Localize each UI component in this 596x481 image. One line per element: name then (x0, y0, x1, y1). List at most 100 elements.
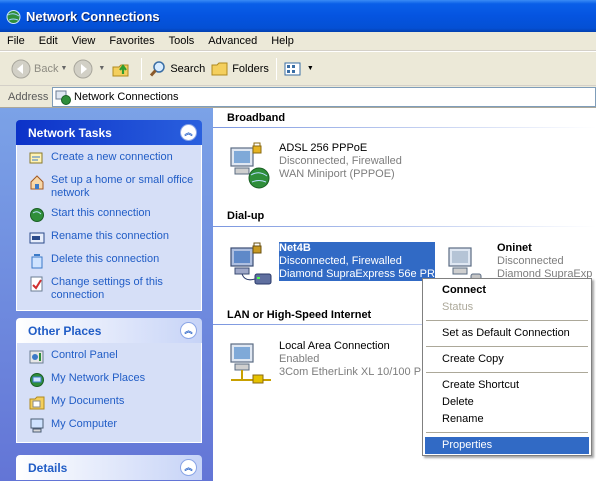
task-label: Change settings of this connection (51, 276, 163, 301)
up-folder-icon (112, 63, 129, 76)
connection-device: Diamond SupraExpress 56e PRO (279, 268, 435, 280)
place-my-computer[interactable]: My Computer (29, 418, 197, 434)
network-places-icon (30, 373, 44, 387)
control-panel-icon (29, 350, 44, 364)
forward-dropdown-icon[interactable]: ▼ (98, 65, 105, 72)
connection-status: Enabled (279, 353, 320, 365)
connection-info: Oninet Disconnected Diamond SupraExpress… (497, 242, 593, 281)
connection-info: Local Area Connection Enabled 3Com Ether… (279, 340, 421, 379)
address-bar: Address Network Connections (0, 86, 596, 108)
task-change-settings[interactable]: Change settings of this connection (29, 276, 197, 302)
connection-status: Disconnected (497, 255, 564, 267)
task-label: Set up a home or small office network (51, 174, 194, 199)
broadband-connection-icon (230, 142, 270, 189)
place-label: My Documents (51, 395, 125, 407)
connection-device: WAN Miniport (PPPOE) (279, 168, 395, 180)
place-network-places[interactable]: My Network Places (29, 372, 197, 388)
home-network-icon (30, 175, 44, 190)
menu-favorites[interactable]: Favorites (102, 32, 161, 51)
address-label: Address (8, 90, 49, 103)
place-label: My Computer (51, 418, 118, 430)
collapse-chevron-icon[interactable]: ︽ (180, 124, 197, 141)
place-label: Control Panel (51, 349, 118, 361)
views-dropdown-icon[interactable]: ▼ (307, 65, 314, 72)
task-delete-connection[interactable]: Delete this connection (29, 253, 197, 269)
collapse-chevron-icon[interactable]: ︽ (180, 322, 197, 339)
up-folder-button[interactable] (108, 56, 137, 82)
connection-local-area[interactable]: Local Area Connection Enabled 3Com Ether… (227, 340, 421, 388)
connection-device: 3Com EtherLink XL 10/100 PCI (279, 366, 421, 378)
network-tasks-header[interactable]: Network Tasks ︽ (16, 120, 202, 145)
folders-button[interactable]: Folders (208, 56, 272, 82)
network-tasks-title: Network Tasks (28, 125, 112, 140)
menu-item-rename[interactable]: Rename (425, 411, 589, 428)
collapse-chevron-icon[interactable]: ︽ (180, 459, 197, 476)
connection-adsl[interactable]: ADSL 256 PPPoE Disconnected, Firewalled … (227, 142, 402, 190)
address-field[interactable]: Network Connections (52, 86, 596, 107)
menu-item-delete[interactable]: Delete (425, 394, 589, 411)
menu-item-properties[interactable]: Properties (425, 437, 589, 454)
connection-info: Net4B Disconnected, Firewalled Diamond S… (279, 242, 435, 281)
back-label: Back (34, 62, 59, 75)
menu-edit[interactable]: Edit (32, 32, 65, 51)
menu-tools[interactable]: Tools (162, 32, 202, 51)
other-places-header[interactable]: Other Places ︽ (16, 318, 202, 343)
search-button[interactable]: Search (146, 56, 208, 82)
details-header[interactable]: Details ︽ (16, 455, 202, 480)
menu-separator (426, 320, 588, 321)
other-places-body: Control Panel My Network Places My Docum… (16, 343, 202, 443)
connection-name: ADSL 256 PPPoE (279, 142, 368, 154)
menu-item-connect[interactable]: Connect (425, 282, 589, 299)
toolbar-separator (141, 57, 143, 80)
connection-status: Disconnected, Firewalled (279, 255, 402, 267)
group-header-broadband: Broadband (227, 112, 286, 124)
menu-item-create-shortcut[interactable]: Create Shortcut (425, 377, 589, 394)
place-label: My Network Places (51, 372, 146, 384)
task-rename-connection[interactable]: Rename this connection (29, 230, 197, 246)
computer-icon (30, 418, 44, 433)
forward-button[interactable]: ▼ (70, 56, 108, 82)
forward-arrow-icon (73, 59, 93, 78)
delete-icon (31, 254, 43, 269)
back-dropdown-icon[interactable]: ▼ (60, 65, 67, 72)
menu-item-create-copy[interactable]: Create Copy (425, 351, 589, 368)
settings-icon (30, 276, 43, 292)
menu-separator (426, 346, 588, 347)
task-create-connection[interactable]: Create a new connection (29, 151, 197, 167)
task-pane: Network Tasks ︽ Create a new connection … (0, 108, 213, 481)
details-panel: Details ︽ (16, 455, 202, 480)
network-tasks-panel: Network Tasks ︽ Create a new connection … (16, 120, 202, 311)
group-divider (213, 226, 596, 227)
place-control-panel[interactable]: Control Panel (29, 349, 197, 365)
back-button[interactable]: Back ▼ (8, 56, 70, 82)
context-menu: Connect Status Set as Default Connection… (422, 278, 592, 456)
connection-status: Disconnected, Firewalled (279, 155, 402, 167)
task-label: Rename this connection (51, 230, 170, 242)
documents-icon (29, 396, 45, 410)
menu-help[interactable]: Help (264, 32, 301, 51)
new-connection-icon (29, 152, 43, 164)
title-bar[interactable]: Network Connections (0, 0, 596, 32)
connection-net4b[interactable]: Net4B Disconnected, Firewalled Diamond S… (227, 242, 435, 290)
group-header-dialup: Dial-up (227, 210, 265, 222)
views-button[interactable]: ▼ (281, 56, 317, 82)
menu-advanced[interactable]: Advanced (201, 32, 264, 51)
task-home-network[interactable]: Set up a home or small office network (29, 174, 197, 200)
network-connections-small-icon (55, 90, 71, 105)
group-divider (213, 127, 596, 128)
views-icon (284, 62, 301, 75)
search-label: Search (170, 62, 206, 75)
network-connections-icon (6, 9, 21, 24)
group-header-lan: LAN or High-Speed Internet (227, 309, 372, 321)
task-label: Delete this connection (51, 253, 160, 265)
menu-view[interactable]: View (65, 32, 103, 51)
place-my-documents[interactable]: My Documents (29, 395, 197, 411)
menu-file[interactable]: File (0, 32, 32, 51)
task-start-connection[interactable]: Start this connection (29, 207, 197, 223)
other-places-title: Other Places (28, 323, 102, 338)
menu-item-set-default[interactable]: Set as Default Connection (425, 325, 589, 342)
task-label: Start this connection (51, 207, 151, 219)
toolbar: Back ▼ ▼ Search Folders ▼ (0, 52, 596, 86)
other-places-panel: Other Places ︽ Control Panel My Network … (16, 318, 202, 443)
search-icon (150, 60, 166, 77)
